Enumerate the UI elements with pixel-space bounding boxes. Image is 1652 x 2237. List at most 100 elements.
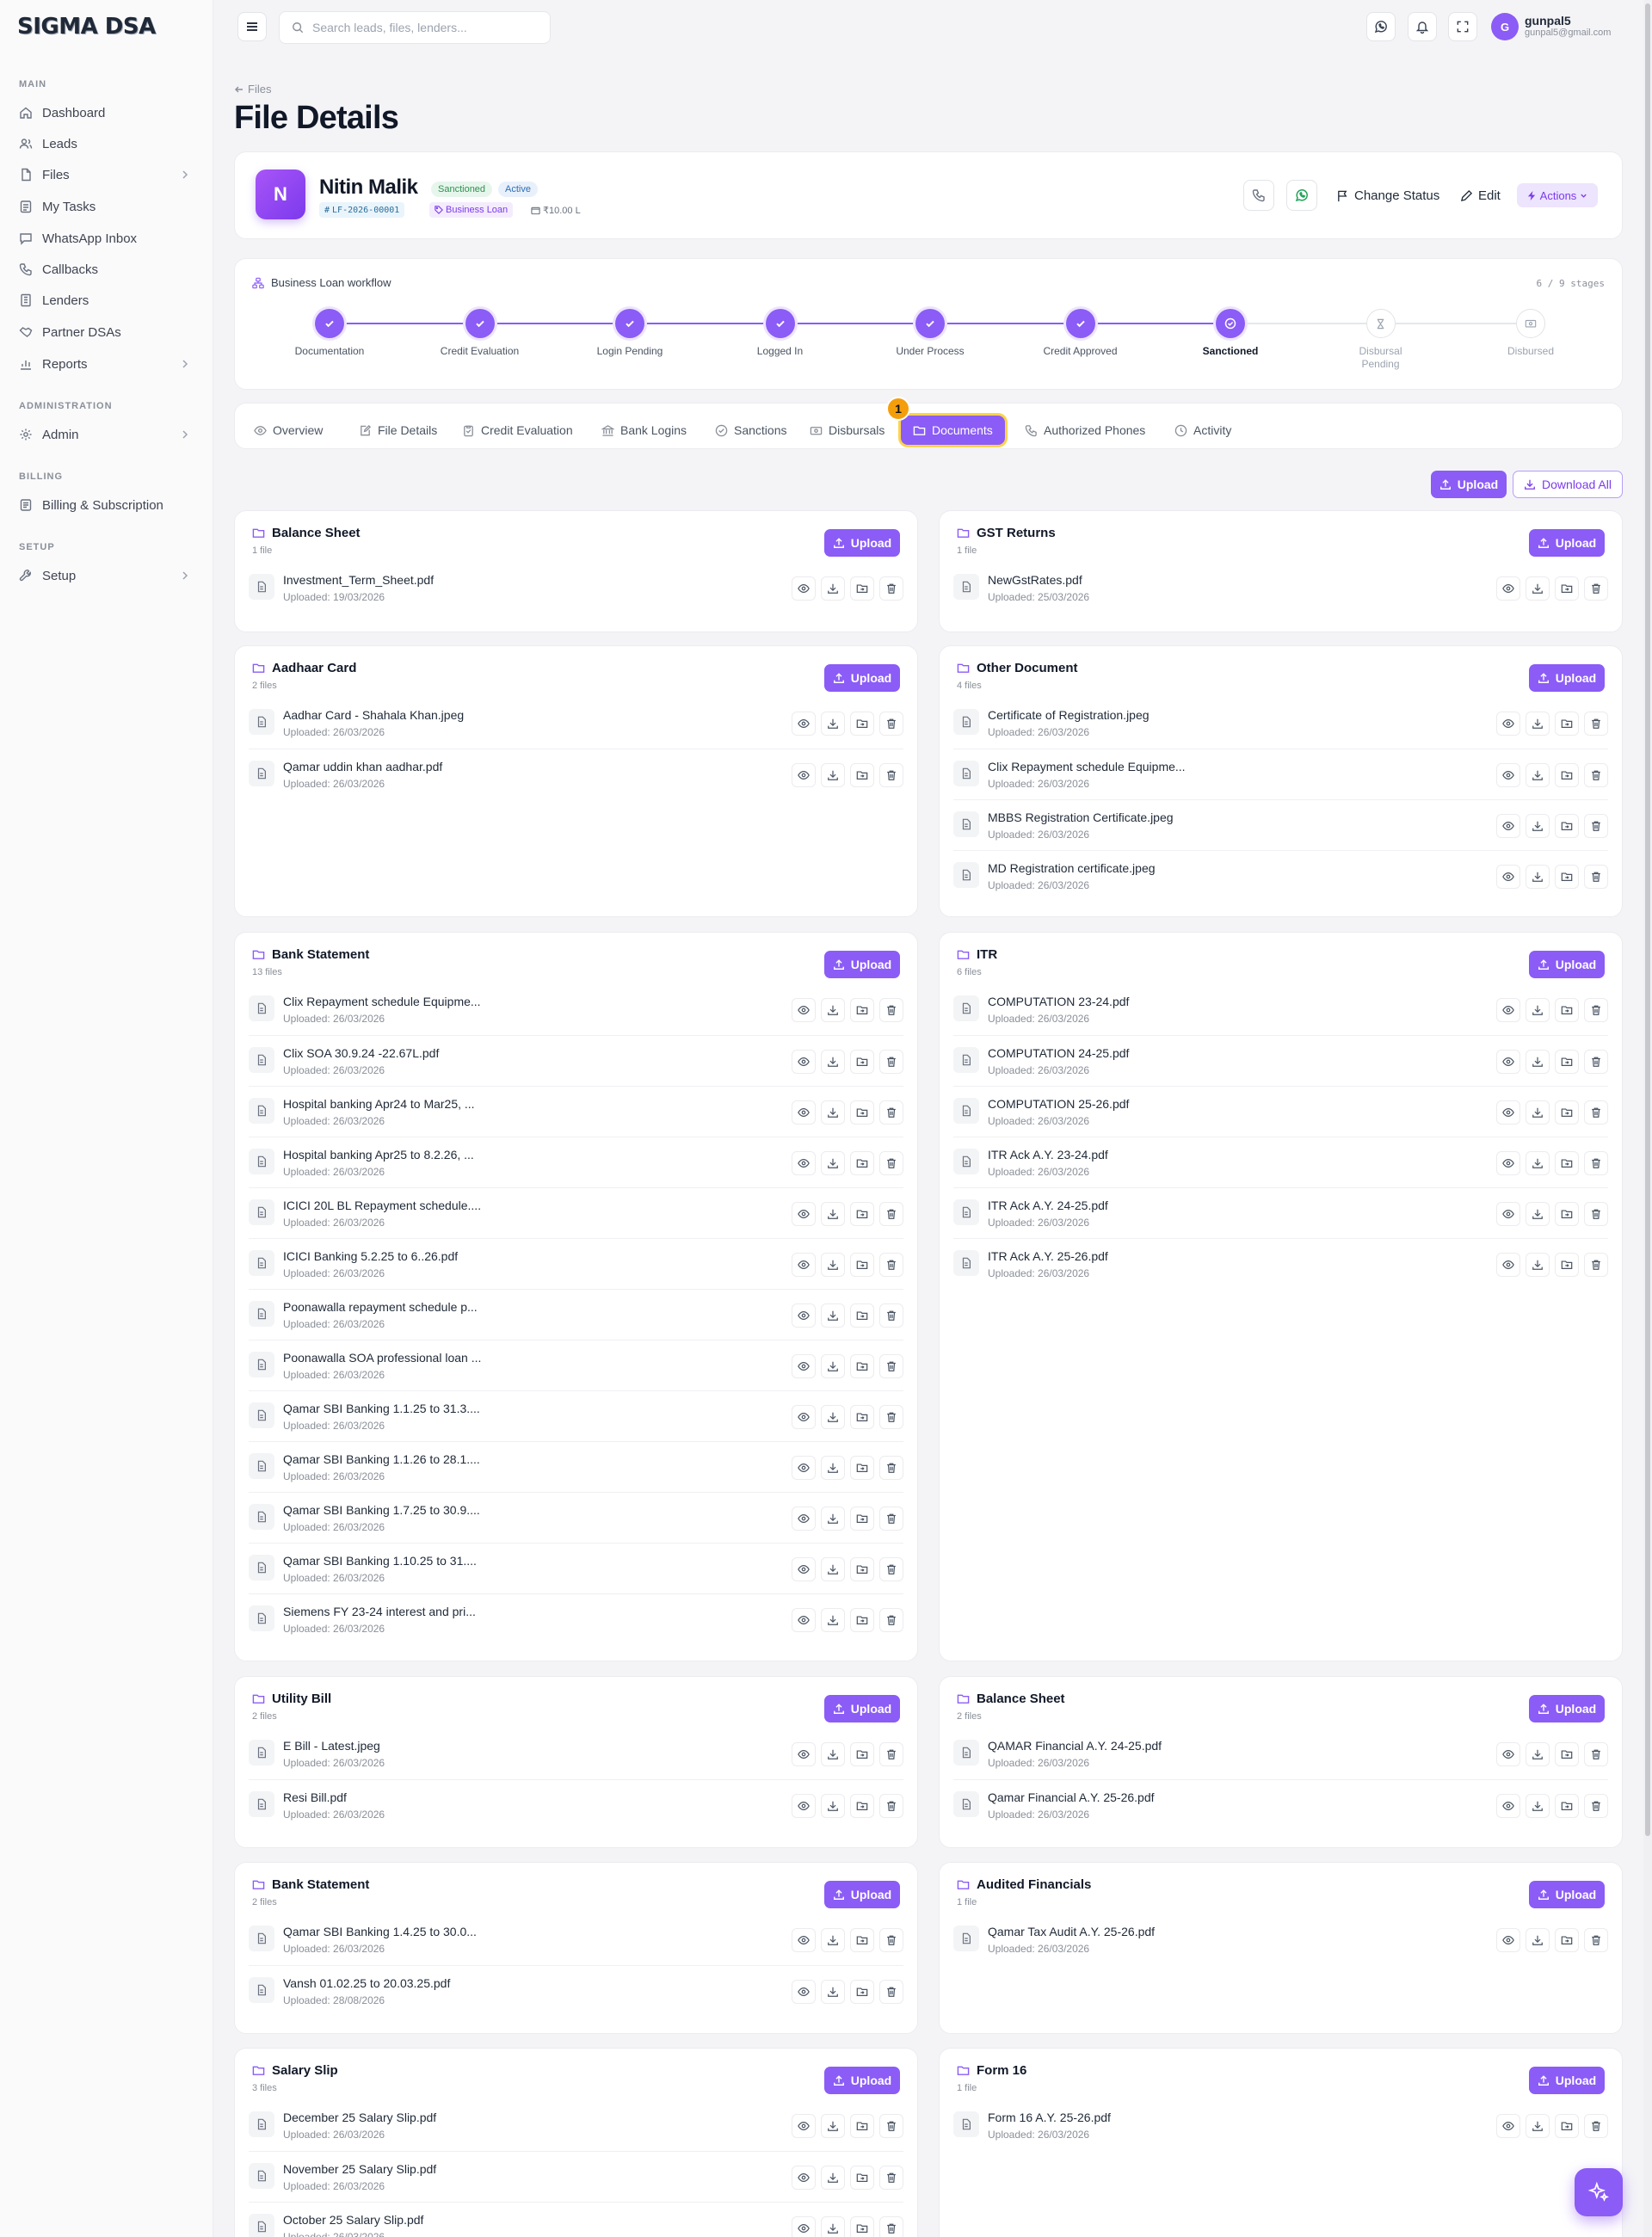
view-file-button[interactable] — [1496, 1151, 1520, 1175]
download-file-button[interactable] — [1526, 1151, 1550, 1175]
file-row[interactable]: Hospital banking Apr24 to Mar25, ... Uplo… — [249, 1086, 903, 1137]
breadcrumb-files[interactable]: Files — [248, 83, 271, 96]
sidebar-item-my-tasks[interactable]: My Tasks — [10, 193, 201, 220]
view-file-button[interactable] — [792, 1928, 816, 1952]
brand-logo[interactable]: SIGMA DSA — [17, 14, 156, 40]
download-file-button[interactable] — [821, 1794, 845, 1818]
file-row[interactable]: ITR Ack A.Y. 24-25.pdf Uploaded: 26/03/20… — [953, 1187, 1608, 1238]
download-file-button[interactable] — [821, 1557, 845, 1581]
delete-file-button[interactable] — [879, 712, 903, 736]
view-file-button[interactable] — [1496, 998, 1520, 1022]
move-file-button[interactable] — [1555, 1794, 1579, 1818]
file-name[interactable]: MBBS Registration Certificate.jpeg — [988, 810, 1174, 824]
upload-button[interactable]: Upload — [1431, 471, 1507, 498]
view-file-button[interactable] — [792, 1742, 816, 1766]
file-name[interactable]: Hospital banking Apr24 to Mar25, ... — [283, 1097, 475, 1111]
move-file-button[interactable] — [850, 763, 874, 787]
breadcrumb[interactable]: Files — [234, 83, 271, 96]
view-file-button[interactable] — [792, 2114, 816, 2138]
download-file-button[interactable] — [1526, 576, 1550, 601]
move-file-button[interactable] — [1555, 712, 1579, 736]
file-name[interactable]: Clix Repayment schedule Equipme... — [283, 995, 481, 1008]
download-file-button[interactable] — [1526, 1050, 1550, 1074]
download-file-button[interactable] — [821, 576, 845, 601]
move-file-button[interactable] — [850, 2114, 874, 2138]
download-file-button[interactable] — [1526, 1928, 1550, 1952]
file-name[interactable]: Certificate of Registration.jpeg — [988, 708, 1150, 722]
move-file-button[interactable] — [850, 1557, 874, 1581]
download-file-button[interactable] — [1526, 1253, 1550, 1277]
delete-file-button[interactable] — [879, 1151, 903, 1175]
sidebar-item-leads[interactable]: Leads — [10, 130, 201, 157]
scrollbar-thumb[interactable] — [1645, 3, 1650, 1836]
file-row[interactable]: Form 16 A.Y. 25-26.pdf Uploaded: 26/03/20… — [953, 2100, 1608, 2151]
delete-file-button[interactable] — [879, 1742, 903, 1766]
ai-assistant-button[interactable] — [1575, 2168, 1623, 2216]
search-input[interactable] — [312, 21, 536, 34]
move-file-button[interactable] — [850, 1100, 874, 1125]
file-row[interactable]: October 25 Salary Slip.pdf Uploaded: 26/0… — [249, 2202, 903, 2237]
file-row[interactable]: NewGstRates.pdf Uploaded: 25/03/2026 — [953, 563, 1608, 613]
move-file-button[interactable] — [1555, 1050, 1579, 1074]
file-name[interactable]: NewGstRates.pdf — [988, 573, 1082, 587]
delete-file-button[interactable] — [879, 1980, 903, 2004]
view-file-button[interactable] — [1496, 763, 1520, 787]
tab-overview[interactable]: Overview — [242, 416, 335, 445]
delete-file-button[interactable] — [879, 1794, 903, 1818]
group-upload-button[interactable]: Upload — [1529, 1881, 1605, 1908]
delete-file-button[interactable] — [879, 998, 903, 1022]
delete-file-button[interactable] — [879, 1456, 903, 1480]
notifications-button[interactable] — [1408, 12, 1437, 41]
download-file-button[interactable] — [821, 1050, 845, 1074]
move-file-button[interactable] — [850, 1608, 874, 1632]
view-file-button[interactable] — [1496, 712, 1520, 736]
move-file-button[interactable] — [850, 712, 874, 736]
file-row[interactable]: Poonawalla SOA professional loan ... Uplo… — [249, 1340, 903, 1390]
download-file-button[interactable] — [821, 1202, 845, 1226]
view-file-button[interactable] — [792, 1794, 816, 1818]
file-row[interactable]: Vansh 01.02.25 to 20.03.25.pdf Uploaded: … — [249, 1965, 903, 2016]
file-name[interactable]: Poonawalla repayment schedule p... — [283, 1300, 478, 1314]
move-file-button[interactable] — [850, 1303, 874, 1328]
file-name[interactable]: QAMAR Financial A.Y. 24-25.pdf — [988, 1739, 1162, 1753]
group-upload-button[interactable]: Upload — [824, 1881, 900, 1908]
file-row[interactable]: Resi Bill.pdf Uploaded: 26/03/2026 — [249, 1779, 903, 1830]
file-name[interactable]: Clix Repayment schedule Equipme... — [988, 760, 1186, 773]
move-file-button[interactable] — [850, 2216, 874, 2237]
download-file-button[interactable] — [1526, 712, 1550, 736]
view-file-button[interactable] — [1496, 1794, 1520, 1818]
view-file-button[interactable] — [1496, 1202, 1520, 1226]
file-row[interactable]: ITR Ack A.Y. 23-24.pdf Uploaded: 26/03/20… — [953, 1137, 1608, 1187]
view-file-button[interactable] — [792, 1050, 816, 1074]
file-row[interactable]: Qamar Financial A.Y. 25-26.pdf Uploaded: … — [953, 1779, 1608, 1830]
file-row[interactable]: QAMAR Financial A.Y. 24-25.pdf Uploaded: … — [953, 1729, 1608, 1779]
move-file-button[interactable] — [1555, 763, 1579, 787]
group-upload-button[interactable]: Upload — [824, 529, 900, 557]
file-row[interactable]: Investment_Term_Sheet.pdf Uploaded: 19/03… — [249, 563, 903, 613]
download-file-button[interactable] — [821, 1100, 845, 1125]
file-row[interactable]: COMPUTATION 23-24.pdf Uploaded: 26/03/202… — [953, 984, 1608, 1035]
move-file-button[interactable] — [850, 998, 874, 1022]
delete-file-button[interactable] — [1584, 814, 1608, 838]
delete-file-button[interactable] — [879, 1253, 903, 1277]
file-name[interactable]: October 25 Salary Slip.pdf — [283, 2213, 423, 2227]
delete-file-button[interactable] — [879, 1608, 903, 1632]
view-file-button[interactable] — [1496, 865, 1520, 889]
download-file-button[interactable] — [1526, 1742, 1550, 1766]
delete-file-button[interactable] — [879, 1507, 903, 1531]
move-file-button[interactable] — [850, 1742, 874, 1766]
view-file-button[interactable] — [792, 1100, 816, 1125]
file-row[interactable]: Clix Repayment schedule Equipme... Upload… — [953, 749, 1608, 799]
move-file-button[interactable] — [850, 1202, 874, 1226]
file-name[interactable]: ICICI 20L BL Repayment schedule.... — [283, 1199, 481, 1212]
delete-file-button[interactable] — [1584, 865, 1608, 889]
change-status-button[interactable]: Change Status — [1336, 183, 1439, 207]
view-file-button[interactable] — [1496, 1742, 1520, 1766]
move-file-button[interactable] — [850, 1928, 874, 1952]
view-file-button[interactable] — [1496, 576, 1520, 601]
delete-file-button[interactable] — [879, 1928, 903, 1952]
delete-file-button[interactable] — [879, 1303, 903, 1328]
file-row[interactable]: Clix SOA 30.9.24 -22.67L.pdf Uploaded: 26… — [249, 1035, 903, 1086]
download-file-button[interactable] — [1526, 763, 1550, 787]
file-name[interactable]: COMPUTATION 25-26.pdf — [988, 1097, 1129, 1111]
